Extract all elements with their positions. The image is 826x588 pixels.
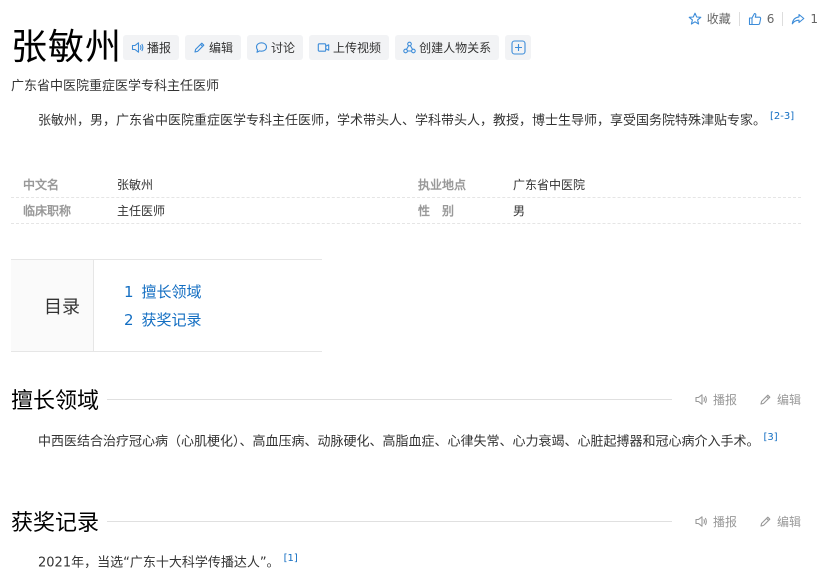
like-button[interactable]: 6 [740, 12, 783, 26]
reference-link[interactable]: [2-3] [770, 111, 794, 122]
section-edit-button[interactable]: 编辑 [759, 513, 801, 530]
section-heading: 擅长领域 [11, 389, 100, 414]
chat-icon [255, 42, 268, 53]
broadcast-label: 播报 [147, 41, 172, 55]
section-paragraph: 中西医结合治疗冠心病（心肌梗化）、高血压病、动脉硬化、高脂血症、心律失常、心力衰… [11, 427, 801, 453]
infobox-key: 性 别 [418, 204, 455, 218]
section-divider [107, 398, 672, 400]
title-toolbar: 播报 编辑 讨论 上传视频 创建人物关系 [123, 35, 532, 60]
toc-item-number: 1 [124, 283, 134, 301]
speaker-icon [131, 42, 144, 53]
add-button[interactable] [505, 35, 532, 60]
summary-text: 张敏州，男，广东省中医院重症医学专科主任医师，学术带头人、学科带头人，教授，博士… [38, 113, 767, 129]
create-relation-button[interactable]: 创建人物关系 [395, 35, 500, 60]
infobox-value: 男 [513, 204, 526, 218]
share-button[interactable]: 1 [783, 12, 818, 26]
thumb-up-icon [748, 12, 761, 25]
plus-icon [511, 40, 526, 55]
infobox-row: 中文名 张敏州 执业地点 广东省中医院 [11, 172, 801, 198]
pencil-icon [760, 516, 771, 527]
section-edit-label: 编辑 [776, 392, 801, 407]
broadcast-button[interactable]: 播报 [123, 35, 180, 60]
favorite-label: 收藏 [706, 12, 731, 26]
share-count: 1 [810, 11, 818, 26]
infobox-key: 执业地点 [418, 178, 467, 192]
pencil-icon [760, 394, 771, 405]
create-relation-label: 创建人物关系 [419, 41, 492, 55]
infobox-key: 临床职称 [23, 204, 72, 218]
speaker-icon [695, 515, 707, 527]
upload-video-label: 上传视频 [333, 41, 382, 55]
favorite-button[interactable]: 收藏 [680, 10, 739, 27]
infobox-value: 广东省中医院 [513, 178, 586, 192]
star-icon [688, 12, 702, 25]
section-paragraph: 2021年，当选“广东十大科学传播达人”。 [1] [11, 548, 801, 574]
relation-icon [403, 41, 416, 54]
discuss-label: 讨论 [271, 41, 296, 55]
share-icon [792, 13, 805, 24]
section-edit-label: 编辑 [776, 514, 801, 529]
toc-item-label: 擅长领域 [141, 283, 202, 301]
section-heading: 获奖记录 [11, 511, 100, 536]
page-subtitle: 广东省中医院重症医学专科主任医师 [11, 79, 220, 94]
toc-title: 目录 [11, 260, 94, 351]
table-of-contents: 目录 1 擅长领域 2 获奖记录 [11, 259, 322, 352]
toc-item-number: 2 [124, 311, 134, 329]
pencil-icon [194, 42, 205, 53]
edit-label: 编辑 [209, 41, 234, 55]
section-text: 2021年，当选“广东十大科学传播达人”。 [38, 555, 280, 571]
section-header-expertise: 擅长领域 播报 编辑 [11, 384, 801, 414]
summary-paragraph: 张敏州，男，广东省中医院重症医学专科主任医师，学术带头人、学科带头人，教授，博士… [11, 106, 801, 132]
upload-video-button[interactable]: 上传视频 [309, 35, 390, 60]
section-header-awards: 获奖记录 播报 编辑 [11, 506, 801, 536]
section-divider [107, 520, 672, 522]
section-broadcast-label: 播报 [712, 514, 737, 529]
page-title: 张敏州 [11, 27, 123, 68]
infobox-value: 主任医师 [117, 204, 166, 218]
discuss-button[interactable]: 讨论 [247, 35, 304, 60]
edit-button[interactable]: 编辑 [185, 35, 242, 60]
section-text: 中西医结合治疗冠心病（心肌梗化）、高血压病、动脉硬化、高脂血症、心律失常、心力衰… [38, 434, 760, 450]
section-broadcast-label: 播报 [712, 392, 737, 407]
infobox-row: 临床职称 主任医师 性 别 男 [11, 198, 801, 224]
like-count: 6 [766, 11, 775, 26]
reference-link[interactable]: [1] [284, 553, 298, 564]
toc-item-awards[interactable]: 2 获奖记录 [124, 306, 202, 334]
infobox-value: 张敏州 [117, 178, 154, 192]
section-edit-button[interactable]: 编辑 [759, 391, 801, 408]
toc-list: 1 擅长领域 2 获奖记录 [94, 260, 202, 351]
speaker-icon [695, 393, 707, 405]
section-broadcast-button[interactable]: 播报 [694, 391, 737, 408]
infobox-key: 中文名 [23, 178, 60, 192]
reference-link[interactable]: [3] [764, 432, 778, 443]
video-icon [317, 43, 330, 52]
infobox: 中文名 张敏州 执业地点 广东省中医院 临床职称 主任医师 性 别 男 [11, 172, 801, 224]
top-actions: 收藏 6 1 [680, 10, 818, 27]
section-broadcast-button[interactable]: 播报 [694, 513, 737, 530]
toc-item-expertise[interactable]: 1 擅长领域 [124, 278, 202, 306]
toc-item-label: 获奖记录 [141, 311, 202, 329]
